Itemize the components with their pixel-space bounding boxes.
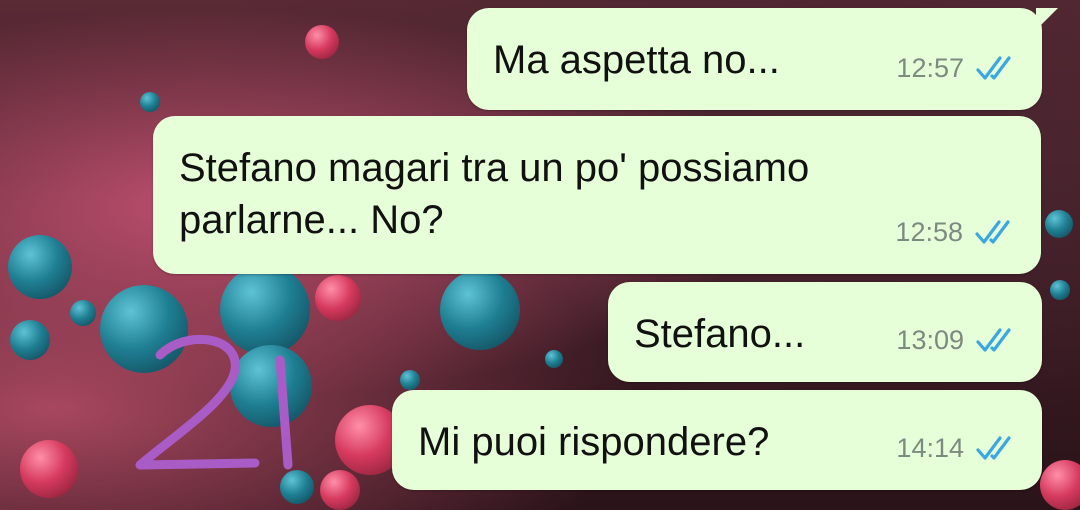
message-time: 12:57 [896,53,964,83]
message-time: 12:58 [895,217,963,247]
message-meta: 14:14 [896,422,1020,474]
message-text: Mi puoi rispondere? [418,420,770,464]
message-bubble[interactable]: Stefano magari tra un po' possiamo parla… [153,116,1041,274]
message-text: Ma aspetta no... [493,38,780,82]
message-meta: 13:09 [896,314,1020,366]
message-bubble[interactable]: Ma aspetta no... 12:57 [467,8,1058,110]
chat-view: Ma aspetta no... 12:57 Stefano magari tr… [0,0,1080,510]
double-check-icon [976,328,1011,352]
double-check-icon [976,56,1011,80]
double-check-icon [975,220,1010,244]
message-text: Stefano... [634,312,806,356]
message-time: 14:14 [896,433,964,463]
message-bubble[interactable]: Mi puoi rispondere? 14:14 [392,390,1042,490]
double-check-icon [976,436,1011,460]
message-text-content: Stefano magari tra un po' possiamo parla… [179,146,810,242]
bubble-tail [1036,8,1058,30]
message-meta: 12:57 [896,42,1020,94]
handwritten-21-annotation [135,334,293,470]
message-meta: 12:58 [895,206,1019,258]
message-text: Stefano magari tra un po' possiamo parla… [179,142,959,246]
message-bubble[interactable]: Stefano... 13:09 [608,282,1042,382]
message-time: 13:09 [896,325,964,355]
